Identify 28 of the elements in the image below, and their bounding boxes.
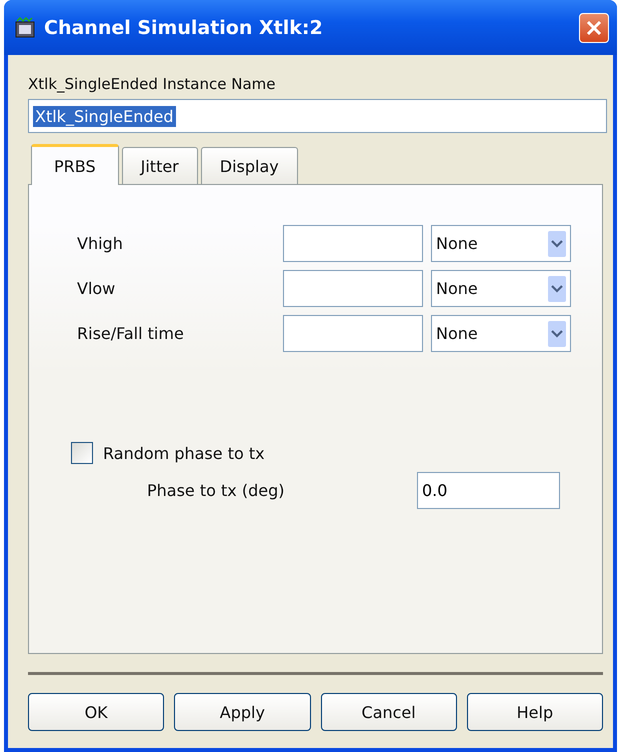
parameter-label: Vlow: [77, 279, 116, 298]
checkbox[interactable]: [71, 442, 93, 464]
dialog-button[interactable]: Help: [466, 693, 603, 731]
unit-dropdown[interactable]: None: [431, 270, 571, 307]
tab[interactable]: Jitter: [122, 147, 198, 184]
dialog-button[interactable]: Cancel: [320, 693, 457, 731]
phase-field[interactable]: 0.0: [417, 472, 560, 509]
tab[interactable]: PRBS: [31, 144, 119, 185]
window-title: Channel Simulation Xtlk:2: [44, 16, 324, 38]
unit-dropdown[interactable]: None: [431, 225, 571, 262]
instance-name-label: Xtlk_SingleEnded Instance Name: [28, 75, 276, 93]
phase-label: Phase to tx (deg): [147, 481, 286, 500]
chevron-icon: [548, 320, 566, 346]
checkbox-label: Random phase to tx: [103, 444, 265, 462]
dialog-button[interactable]: OK: [28, 693, 164, 731]
value-field[interactable]: [283, 270, 423, 307]
parameter-label: Vhigh: [77, 234, 124, 253]
value-field[interactable]: [283, 315, 423, 352]
unit-dropdown[interactable]: None: [431, 315, 571, 352]
close-button[interactable]: [579, 12, 609, 42]
chevron-icon: [548, 230, 566, 256]
app-icon: [14, 16, 36, 38]
parameter-label: Rise/Fall time: [77, 324, 185, 343]
tab[interactable]: Display: [200, 147, 298, 184]
instance-name-field[interactable]: Xtlk_SingleEnded: [28, 99, 607, 133]
chevron-icon: [548, 276, 566, 302]
value-field[interactable]: [283, 225, 423, 262]
dialog-button[interactable]: Apply: [174, 693, 310, 731]
